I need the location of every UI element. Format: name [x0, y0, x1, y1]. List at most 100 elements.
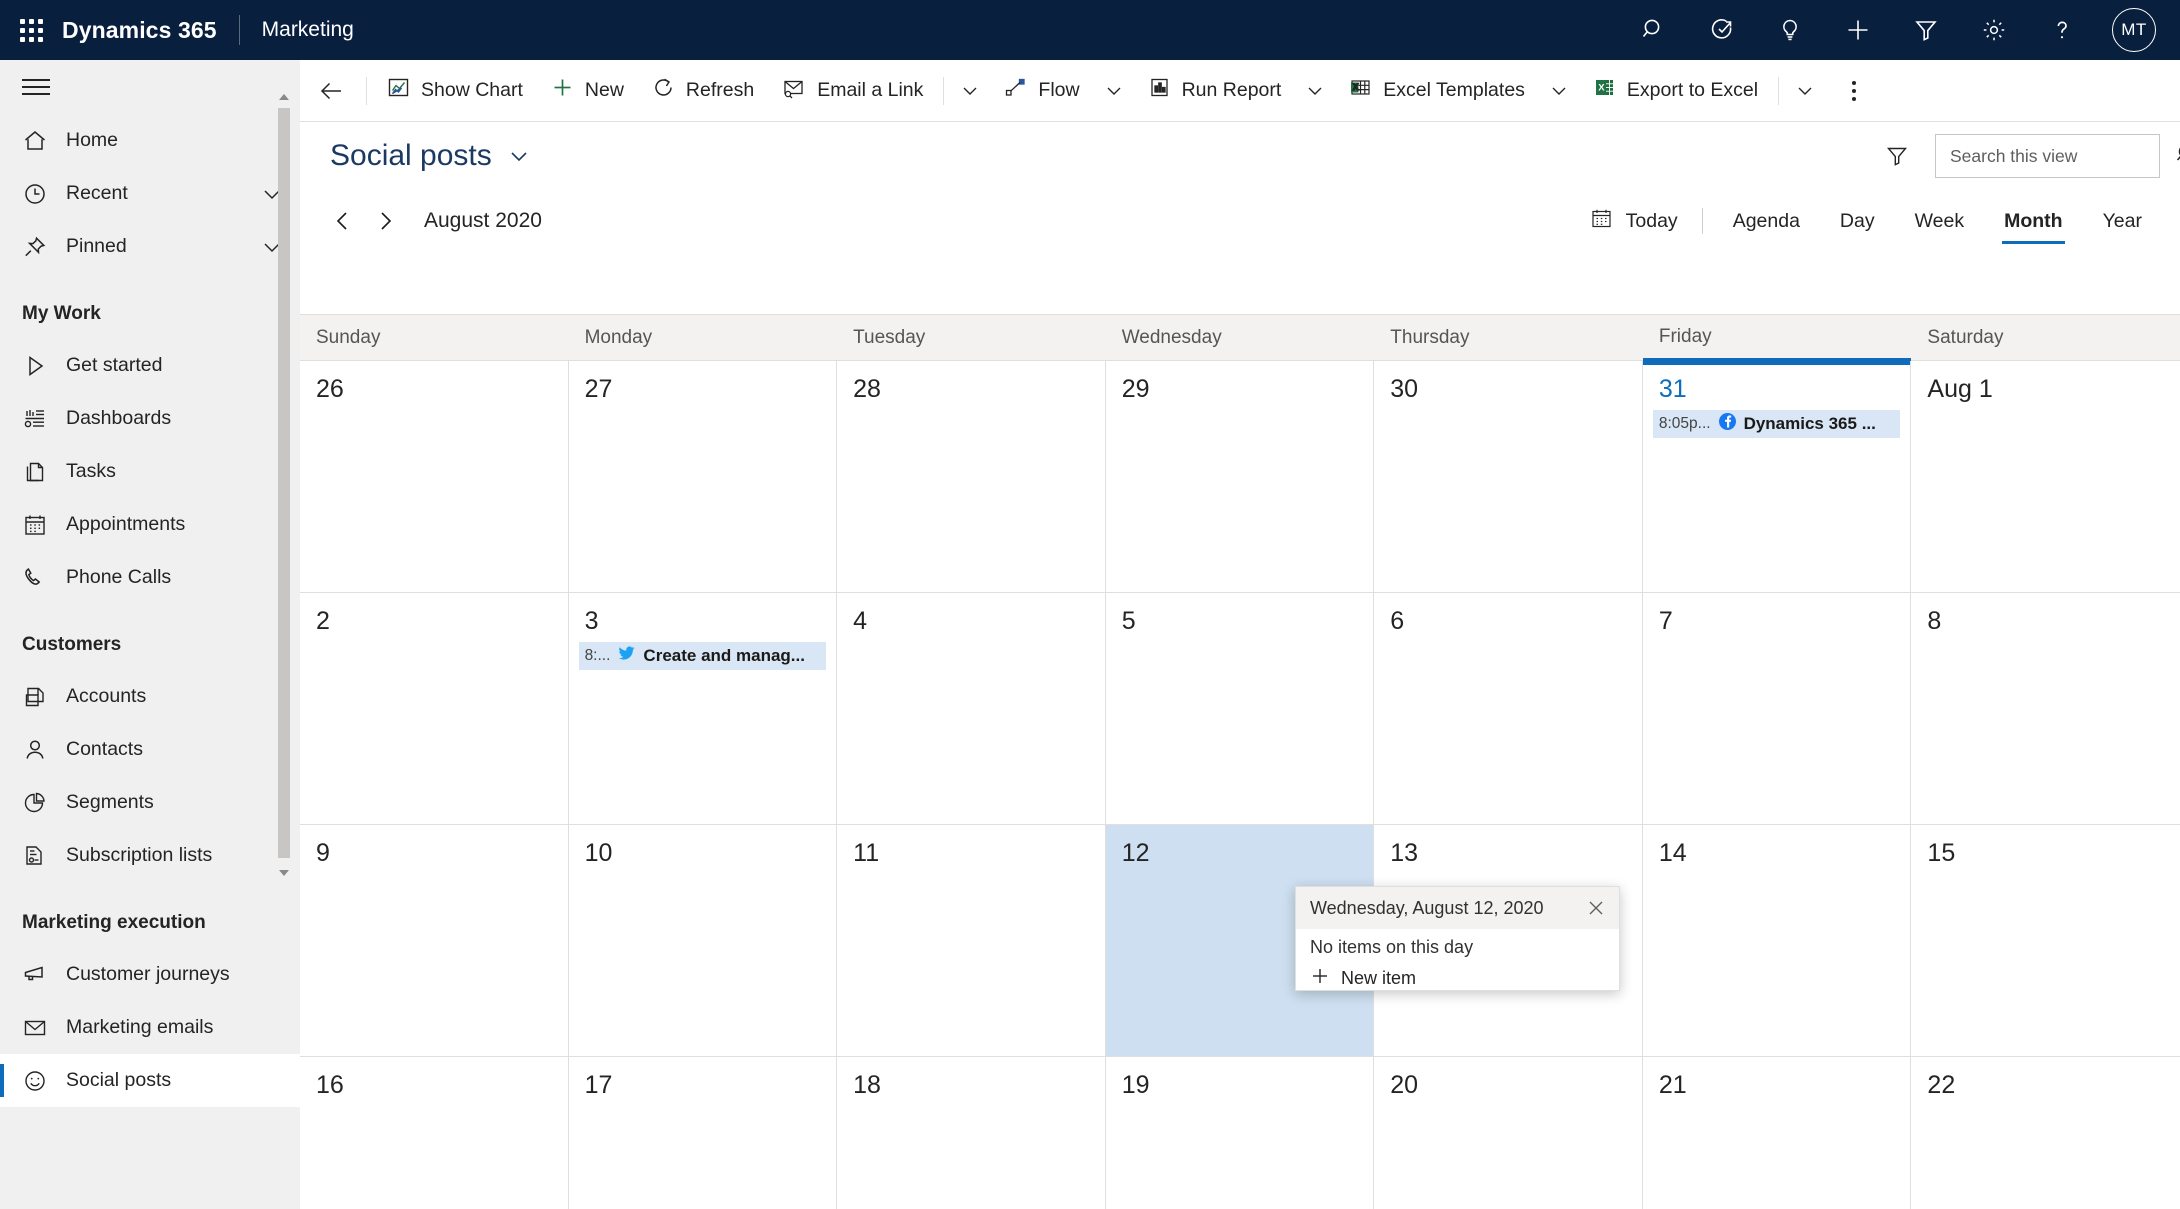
sidebar-item-segments[interactable]: Segments: [0, 776, 300, 829]
refresh-button[interactable]: Refresh: [638, 60, 768, 122]
plus-icon: [551, 76, 574, 105]
day-cell[interactable]: 16: [300, 1057, 569, 1209]
more-commands-button[interactable]: [1831, 60, 1877, 122]
run-report-chevron[interactable]: [1295, 60, 1335, 122]
filter-button[interactable]: [1892, 0, 1960, 60]
email-a-link-chevron[interactable]: [950, 60, 990, 122]
view-filter-button[interactable]: [1877, 136, 1917, 176]
day-cell[interactable]: 3 8:... Create and manag...: [569, 593, 838, 824]
day-cell[interactable]: 11: [837, 825, 1106, 1056]
sidebar-item-accounts[interactable]: Accounts: [0, 670, 300, 723]
day-cell[interactable]: 21: [1643, 1057, 1912, 1209]
export-to-excel-button[interactable]: X Export to Excel: [1579, 60, 1772, 122]
day-cell[interactable]: 10: [569, 825, 838, 1056]
sidebar-item-subscription-lists[interactable]: Subscription lists: [0, 829, 300, 882]
popup-empty-message: No items on this day: [1310, 937, 1474, 957]
sidebar-item-label: Segments: [66, 791, 154, 813]
calendar-view-agenda[interactable]: Agenda: [1713, 198, 1820, 244]
sidebar-item-contacts[interactable]: Contacts: [0, 723, 300, 776]
refresh-icon: [652, 76, 675, 105]
day-cell[interactable]: 20: [1374, 1057, 1643, 1209]
plus-icon: [1310, 966, 1330, 991]
day-cell[interactable]: 5: [1106, 593, 1375, 824]
day-cell[interactable]: 26: [300, 361, 569, 592]
next-period-button[interactable]: [368, 204, 402, 238]
day-cell[interactable]: 27: [569, 361, 838, 592]
day-cell[interactable]: 19: [1106, 1057, 1375, 1209]
day-cell[interactable]: 18: [837, 1057, 1106, 1209]
popup-new-item-button[interactable]: New item: [1310, 963, 1605, 994]
sidebar-item-pinned[interactable]: Pinned: [0, 220, 300, 273]
day-cell[interactable]: 14: [1643, 825, 1912, 1056]
calendar-event[interactable]: 8:... Create and manag...: [578, 642, 827, 670]
day-cell[interactable]: 29: [1106, 361, 1375, 592]
export-to-excel-chevron[interactable]: [1785, 60, 1825, 122]
popup-close-button[interactable]: [1581, 893, 1611, 923]
excel-templates-button[interactable]: X Excel Templates: [1335, 60, 1539, 122]
back-button[interactable]: [304, 60, 360, 122]
sidebar-item-tasks[interactable]: Tasks: [0, 445, 300, 498]
email-a-link-button[interactable]: Email a Link: [768, 60, 937, 122]
sidebar-item-recent[interactable]: Recent: [0, 167, 300, 220]
calendar-view-month[interactable]: Month: [1984, 198, 2082, 244]
search-box[interactable]: [1935, 134, 2180, 178]
today-button[interactable]: Today: [1576, 201, 1692, 241]
app-launcher-button[interactable]: [0, 0, 62, 60]
day-cell[interactable]: 28: [837, 361, 1106, 592]
user-avatar[interactable]: MT: [2112, 8, 2156, 52]
excel-templates-chevron[interactable]: [1539, 60, 1579, 122]
show-chart-button[interactable]: Show Chart: [373, 60, 537, 122]
quick-create-button[interactable]: [1824, 0, 1892, 60]
day-cell[interactable]: 4: [837, 593, 1106, 824]
scrollbar-thumb[interactable]: [278, 108, 290, 858]
search-icon[interactable]: [2175, 142, 2180, 171]
day-number: 9: [316, 839, 330, 867]
day-cell-today[interactable]: 31 8:05p... Dynamics 365 ...: [1642, 361, 1912, 592]
calendar-view-day[interactable]: Day: [1820, 198, 1895, 244]
sidebar-item-phone-calls[interactable]: Phone Calls: [0, 551, 300, 604]
day-cell[interactable]: 8: [1911, 593, 2180, 824]
command-label: Email a Link: [817, 79, 924, 101]
sidebar-navigation: Home Recent Pinned My Work Get started D…: [0, 60, 300, 1209]
day-cell[interactable]: 30: [1374, 361, 1643, 592]
sidebar-item-customer-journeys[interactable]: Customer journeys: [0, 948, 300, 1001]
sidebar-group-marketing-execution: Marketing execution: [22, 912, 206, 933]
run-report-button[interactable]: Run Report: [1134, 60, 1296, 122]
scrollbar-up-arrow[interactable]: [278, 90, 290, 104]
previous-period-button[interactable]: [326, 204, 360, 238]
day-cell[interactable]: 2: [300, 593, 569, 824]
day-cell[interactable]: 7: [1643, 593, 1912, 824]
command-label: Excel Templates: [1383, 79, 1525, 101]
insights-button[interactable]: [1756, 0, 1824, 60]
sidebar-item-home[interactable]: Home: [0, 114, 300, 167]
flow-chevron[interactable]: [1094, 60, 1134, 122]
site-map-toggle-button[interactable]: [0, 60, 300, 114]
settings-button[interactable]: [1960, 0, 2028, 60]
sidebar-item-get-started[interactable]: Get started: [0, 339, 300, 392]
sidebar-scrollbar[interactable]: [274, 90, 294, 880]
assistant-button[interactable]: [1688, 0, 1756, 60]
sidebar-item-appointments[interactable]: Appointments: [0, 498, 300, 551]
help-button[interactable]: [2028, 0, 2096, 60]
sidebar-item-marketing-emails[interactable]: Marketing emails: [0, 1001, 300, 1054]
calendar-view-week[interactable]: Week: [1895, 198, 1985, 244]
flow-button[interactable]: Flow: [990, 60, 1093, 122]
day-cell[interactable]: 6: [1374, 593, 1643, 824]
day-cell[interactable]: 17: [569, 1057, 838, 1209]
calendar-view-year[interactable]: Year: [2083, 198, 2162, 244]
day-cell[interactable]: 9: [300, 825, 569, 1056]
calendar-event[interactable]: 8:05p... Dynamics 365 ...: [1652, 410, 1901, 438]
sidebar-item-dashboards[interactable]: Dashboards: [0, 392, 300, 445]
day-number: 31: [1658, 375, 1687, 403]
new-button[interactable]: New: [537, 60, 638, 122]
view-selector-button[interactable]: [506, 143, 532, 169]
scrollbar-down-arrow[interactable]: [278, 866, 290, 880]
calendar-icon: [22, 512, 66, 538]
calendar-period-label: August 2020: [424, 209, 542, 232]
search-button[interactable]: [1620, 0, 1688, 60]
day-cell[interactable]: 22: [1911, 1057, 2180, 1209]
sidebar-item-social-posts[interactable]: Social posts: [0, 1054, 300, 1107]
search-input[interactable]: [1950, 145, 2175, 167]
day-cell[interactable]: 15: [1911, 825, 2180, 1056]
day-cell[interactable]: Aug 1: [1911, 361, 2180, 592]
